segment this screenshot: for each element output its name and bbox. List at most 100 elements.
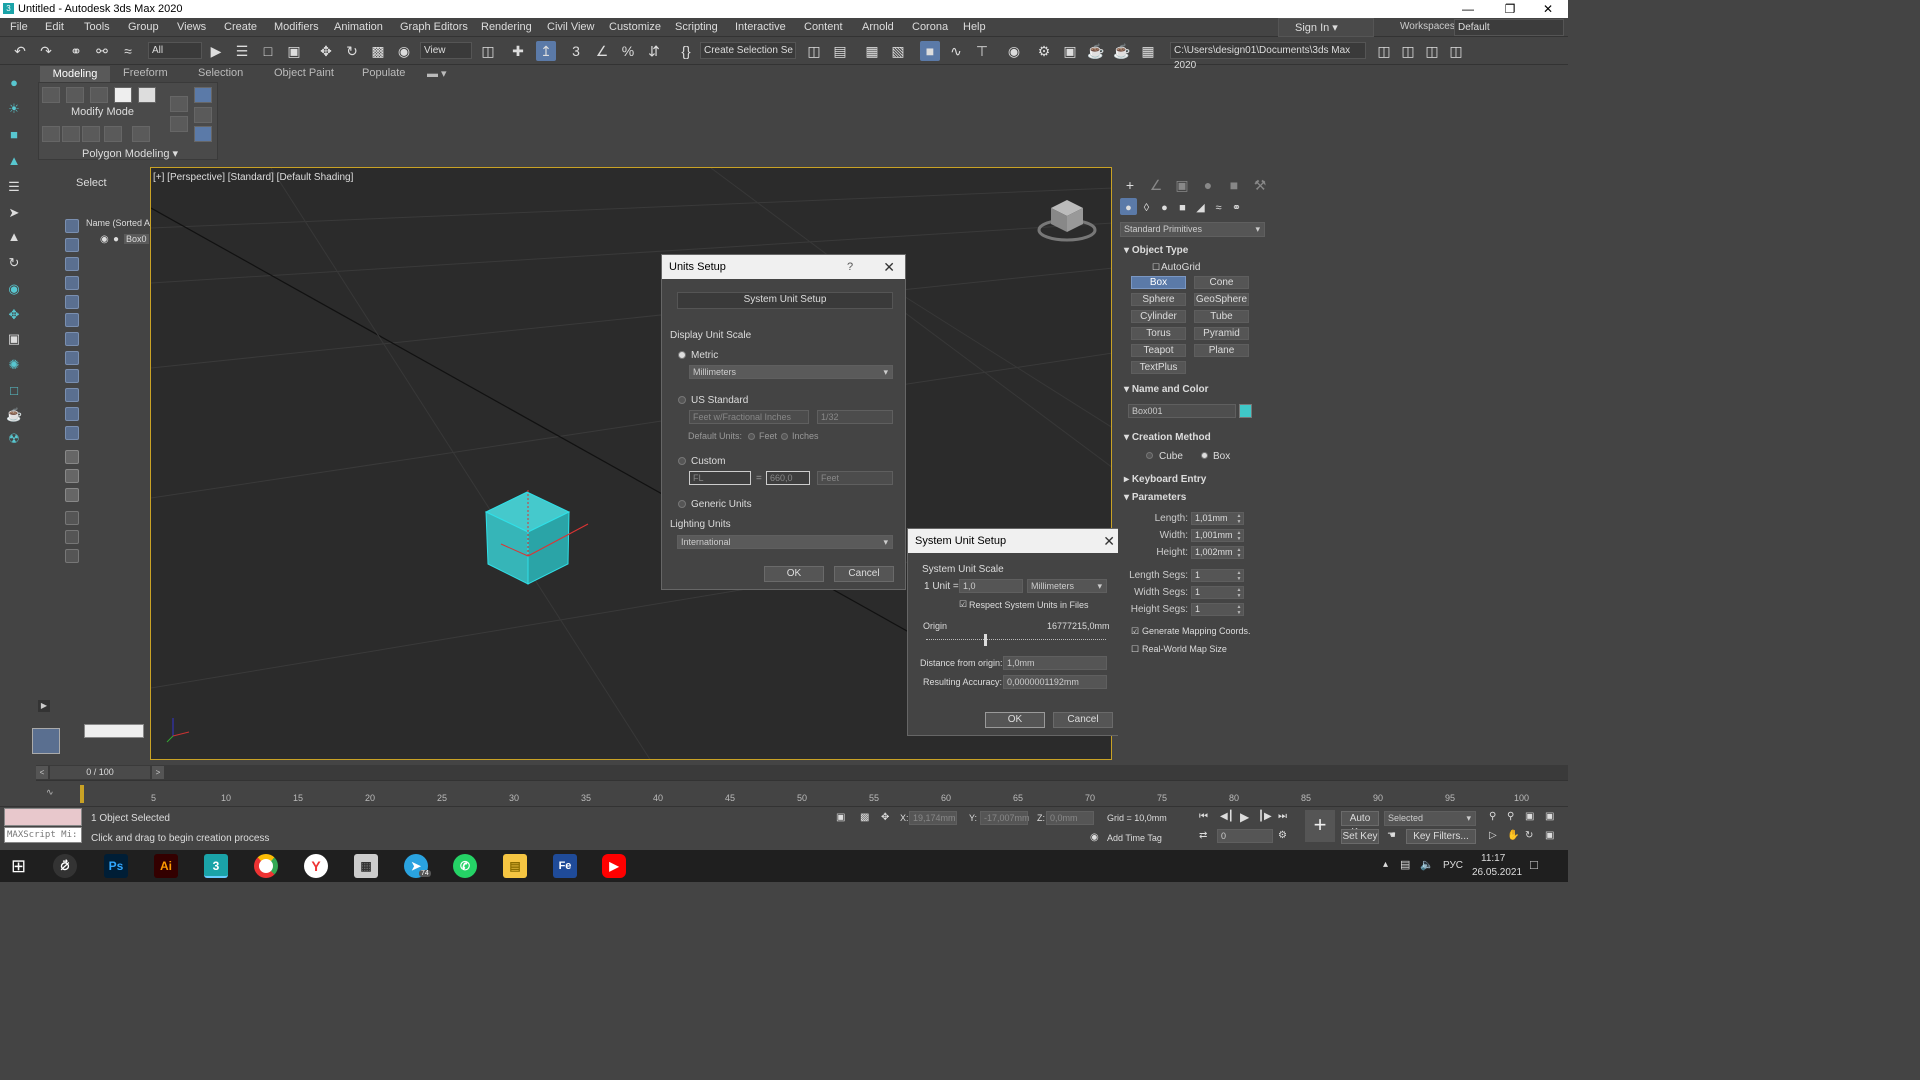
schematic-view-icon[interactable]: ⊤: [972, 41, 992, 61]
key-set-select[interactable]: Selected ▾: [1384, 811, 1476, 826]
height-spinner[interactable]: 1,002mm: [1191, 546, 1244, 559]
systems-category-icon[interactable]: ⚭: [1228, 198, 1245, 218]
modify-tab-icon[interactable]: ∠: [1146, 175, 1166, 195]
menu-views[interactable]: Views: [177, 21, 206, 33]
clock-time[interactable]: 11:17: [1481, 853, 1505, 864]
height-segs-spinner[interactable]: 1: [1191, 603, 1244, 616]
auto-key-button[interactable]: Auto Key: [1341, 811, 1379, 838]
project-save-icon[interactable]: ◫: [1422, 41, 1442, 61]
system-close-icon[interactable]: ✕: [1103, 529, 1115, 553]
width-spinner[interactable]: 1,001mm: [1191, 529, 1244, 542]
vertex-mode-icon[interactable]: [42, 87, 60, 103]
custom-radio[interactable]: [678, 457, 686, 465]
generate-mapping-checkbox[interactable]: ☑: [1131, 626, 1139, 637]
eye-icon[interactable]: ◉: [100, 234, 109, 245]
display-helpers-icon[interactable]: [65, 295, 79, 309]
cube-radio[interactable]: [1146, 452, 1153, 459]
file-explorer-icon[interactable]: ▤: [503, 854, 527, 878]
curve-editor-mini-icon[interactable]: ∿: [46, 787, 54, 798]
reference-coordinate-select[interactable]: View: [420, 42, 472, 59]
utilities-tab-icon[interactable]: ⚒: [1250, 175, 1270, 195]
angle-snap-icon[interactable]: ∠: [592, 41, 612, 61]
cameras-category-icon[interactable]: ■: [1174, 198, 1191, 218]
chrome-icon[interactable]: [254, 854, 278, 878]
render-iterative-icon[interactable]: ☕: [1112, 41, 1132, 61]
menu-tools[interactable]: Tools: [84, 21, 110, 33]
ribbon-tab-populate[interactable]: Populate: [362, 67, 405, 79]
photoshop-icon[interactable]: Ps: [104, 854, 128, 878]
display-none-icon[interactable]: [65, 469, 79, 483]
set-key-big-icon[interactable]: +: [1305, 810, 1335, 842]
time-frame-display[interactable]: 0 / 100: [50, 766, 150, 779]
illustrator-icon[interactable]: Ai: [154, 854, 178, 878]
respect-system-units-checkbox[interactable]: ☑: [959, 599, 967, 610]
toggle-layer-explorer-icon[interactable]: ▧: [888, 41, 908, 61]
menu-create[interactable]: Create: [224, 21, 257, 33]
scene-column-header[interactable]: Name (Sorted A: [86, 218, 150, 228]
geometry-category-icon[interactable]: ●: [1120, 198, 1137, 215]
render-setup-icon[interactable]: ⚙: [1034, 41, 1054, 61]
ribbon-tool-4-icon[interactable]: [104, 126, 122, 142]
display-groups-icon[interactable]: [65, 332, 79, 346]
helpers-category-icon[interactable]: ◢: [1192, 198, 1209, 218]
maxscript-listener-pink[interactable]: [4, 808, 82, 826]
fov-icon[interactable]: ▷: [1489, 830, 1497, 841]
system-ok-button[interactable]: OK: [985, 712, 1045, 728]
youtube-icon[interactable]: ▶: [602, 854, 626, 878]
display-shapes-icon[interactable]: [65, 238, 79, 252]
key-mode-icon[interactable]: ⇄: [1199, 830, 1207, 841]
teapot-button[interactable]: Teapot: [1131, 344, 1186, 357]
spinner-snap-icon[interactable]: ⇵: [644, 41, 664, 61]
system-unit-setup-button[interactable]: System Unit Setup: [677, 292, 893, 309]
isolate-icon[interactable]: ▣: [836, 812, 845, 823]
menu-file[interactable]: File: [10, 21, 28, 33]
sign-in-button[interactable]: Sign In ▾: [1278, 18, 1374, 37]
volume-icon[interactable]: 🔈: [1420, 858, 1434, 871]
viewport-layout-icon[interactable]: [32, 728, 60, 754]
ribbon-tool-8-icon[interactable]: [194, 87, 212, 103]
transform-icon[interactable]: ✥: [6, 307, 22, 323]
menu-corona[interactable]: Corona: [912, 21, 948, 33]
calculator-icon[interactable]: ▦: [354, 854, 378, 878]
named-selection-set-select[interactable]: Create Selection Se: [700, 42, 796, 59]
display-lights-icon[interactable]: [65, 257, 79, 271]
ribbon-tab-selection[interactable]: Selection: [198, 67, 243, 79]
whatsapp-icon[interactable]: ✆: [453, 854, 477, 878]
3dsmax-taskbar-icon[interactable]: 3: [204, 854, 228, 878]
create-tab-icon[interactable]: +: [1120, 175, 1140, 195]
align-icon[interactable]: ▤: [830, 41, 850, 61]
zoom-extents-icon[interactable]: ▣: [1525, 811, 1534, 822]
window-crossing-icon[interactable]: ▣: [284, 41, 304, 61]
polygon-modeling-dropdown[interactable]: Polygon Modeling ▾: [82, 147, 178, 160]
absolute-mode-icon[interactable]: ✥: [881, 812, 889, 823]
layer-icon[interactable]: [65, 549, 79, 563]
close-button[interactable]: ✕: [1528, 0, 1568, 18]
time-marker[interactable]: [80, 785, 84, 803]
display-cameras-icon[interactable]: [65, 276, 79, 290]
display-geometry-icon[interactable]: [65, 219, 79, 233]
system-cancel-button[interactable]: Cancel: [1053, 712, 1113, 728]
tray-chevron-icon[interactable]: ▴: [1383, 859, 1388, 870]
project-new-icon[interactable]: ◫: [1398, 41, 1418, 61]
list-icon[interactable]: ☰: [6, 179, 22, 195]
ribbon-tool-10-icon[interactable]: [194, 126, 212, 142]
menu-animation[interactable]: Animation: [334, 21, 383, 33]
fe-app-icon[interactable]: Fe: [553, 854, 577, 878]
project-browse-icon[interactable]: ◫: [1446, 41, 1466, 61]
time-next-icon[interactable]: >: [152, 766, 164, 779]
cylinder-button[interactable]: Cylinder: [1131, 310, 1186, 323]
viewport-label[interactable]: [+] [Perspective] [Standard] [Default Sh…: [153, 172, 353, 183]
goto-end-icon[interactable]: ⏭: [1278, 811, 1287, 822]
zoom-all-icon[interactable]: ⚲: [1507, 811, 1514, 822]
torus-button[interactable]: Torus: [1131, 327, 1186, 340]
lighting-units-select[interactable]: International ▾: [677, 535, 893, 549]
origin-slider-thumb[interactable]: [984, 634, 987, 646]
clock-date[interactable]: 26.05.2021: [1472, 867, 1522, 878]
ribbon-tab-object-paint[interactable]: Object Paint: [274, 67, 334, 79]
add-time-tag[interactable]: Add Time Tag: [1107, 833, 1162, 843]
yandex-icon[interactable]: Y: [304, 854, 328, 878]
edge-mode-icon[interactable]: [66, 87, 84, 103]
project-folder-select[interactable]: C:\Users\design01\Documents\3ds Max 2020: [1170, 42, 1366, 71]
menu-graph-editors[interactable]: Graph Editors: [400, 21, 468, 33]
percent-snap-icon[interactable]: %: [618, 41, 638, 61]
